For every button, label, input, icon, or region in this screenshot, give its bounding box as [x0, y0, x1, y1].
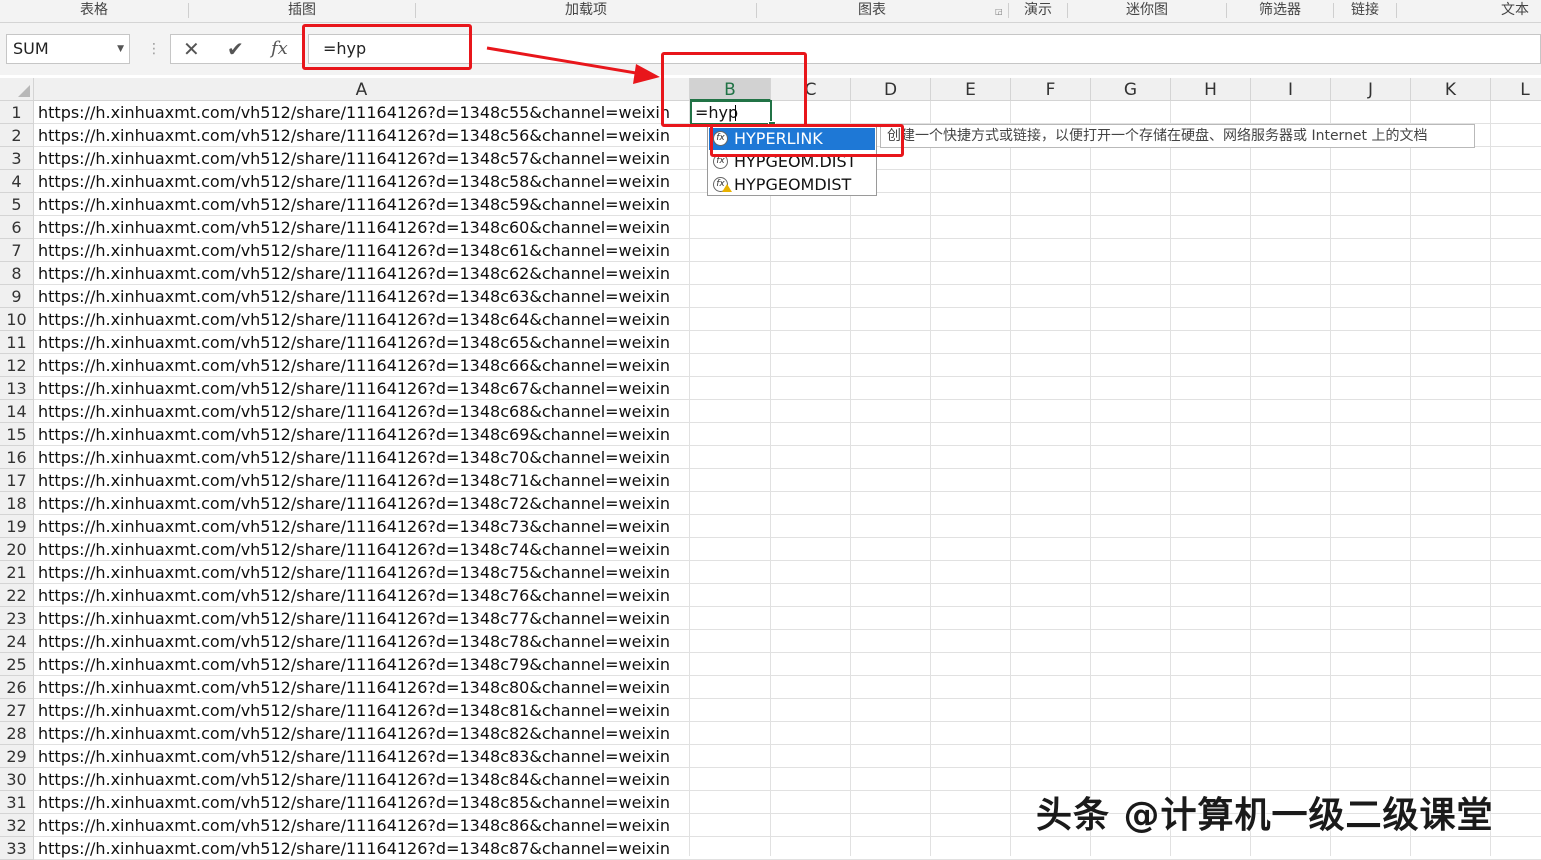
watermark: 头条 @计算机一级二级课堂: [1036, 795, 1494, 836]
annotation-arrow: [486, 46, 660, 84]
